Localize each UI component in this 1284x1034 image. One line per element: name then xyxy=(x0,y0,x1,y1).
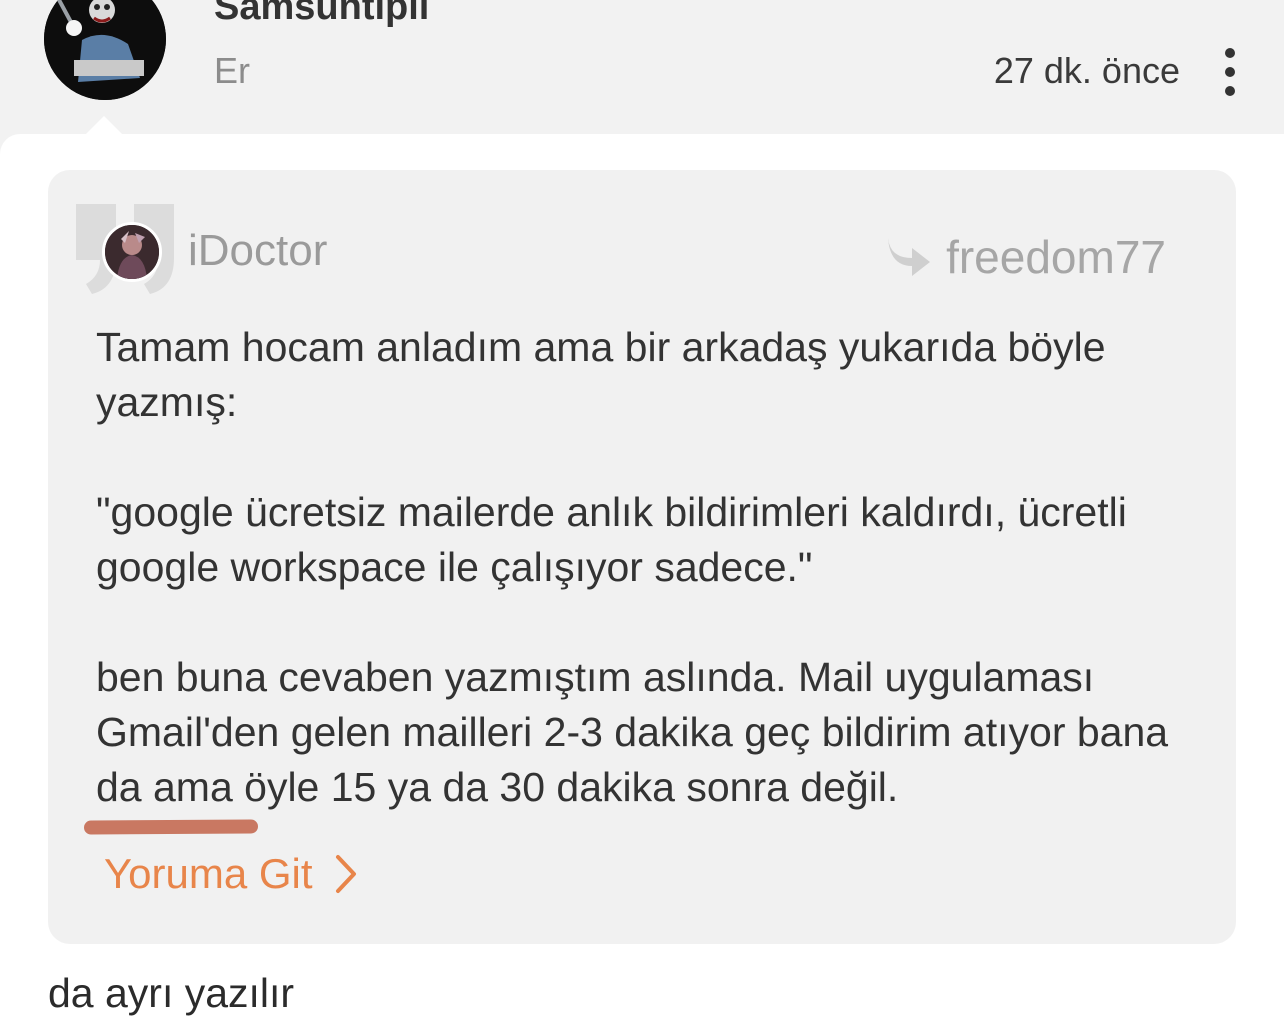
quote-author-name[interactable]: iDoctor xyxy=(188,226,327,276)
author-gender: Er xyxy=(214,50,250,91)
user-avatar[interactable] xyxy=(44,0,166,100)
highlight-mark xyxy=(83,819,259,835)
quote-body: Tamam hocam anladım ama bir arkadaş yuka… xyxy=(96,320,1196,815)
card-pointer xyxy=(86,116,122,134)
more-vertical-icon[interactable] xyxy=(1212,40,1248,104)
reply-arrow-icon xyxy=(888,238,930,276)
quote-paragraph: ben buna cevaben yazmıştım aslında. Mail… xyxy=(96,654,1169,810)
go-to-comment-label: Yoruma Git xyxy=(104,850,313,897)
quote-avatar-image xyxy=(105,225,159,279)
avatar-image xyxy=(44,0,166,100)
post-author-name[interactable]: Samsuntıplı xyxy=(214,0,429,29)
chevron-right-icon xyxy=(335,855,356,893)
post-header: Samsuntıplı Er 27 dk. önce xyxy=(0,0,1284,134)
quoted-comment: iDoctor freedom77 Tamam hocam anladım am… xyxy=(48,170,1236,944)
quote-paragraph: Tamam hocam anladım ama bir arkadaş yuka… xyxy=(96,324,1106,425)
go-to-comment-link[interactable]: Yoruma Git xyxy=(104,850,357,898)
comment-body: da ayrı yazılır xyxy=(48,970,295,1016)
quote-author-avatar[interactable] xyxy=(102,222,162,282)
quote-paragraph: "google ücretsiz mailerde anlık bildirim… xyxy=(96,489,1127,590)
reply-target-user[interactable]: freedom77 xyxy=(946,230,1166,284)
post-timestamp: 27 dk. önce xyxy=(993,50,1180,91)
post-card: iDoctor freedom77 Tamam hocam anladım am… xyxy=(0,116,1284,1034)
